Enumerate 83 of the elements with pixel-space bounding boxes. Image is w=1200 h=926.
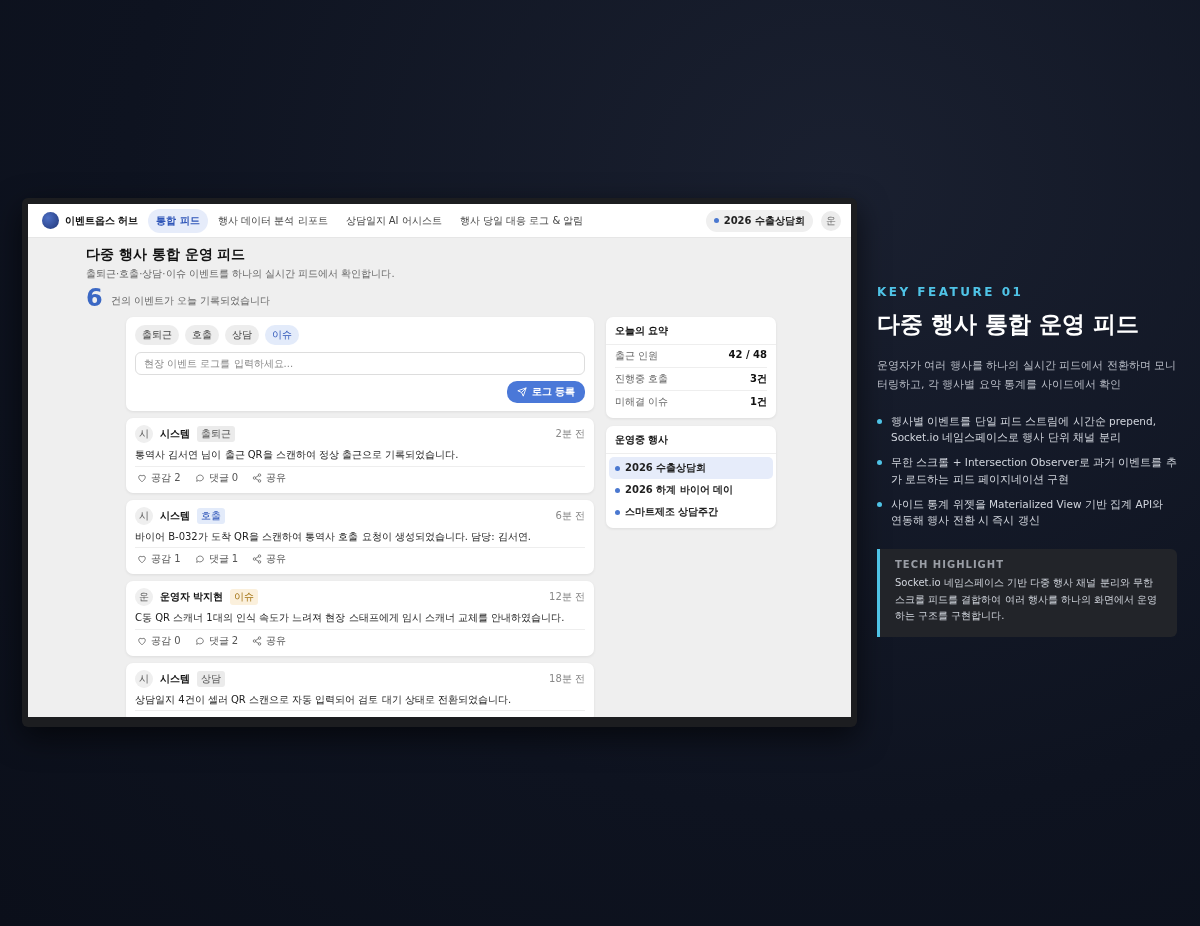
bullet-dot bbox=[877, 460, 882, 466]
event-count-label: 건의 이벤트가 오늘 기록되었습니다 bbox=[110, 294, 271, 309]
highlight-text: Socket.io 네임스페이스 기반 다중 행사 채널 분리와 무한 스크롤 피드를 결합하여 여러 행사를 하나의 화면에서 운영하는 구조를 구현합니다. bbox=[895, 576, 1159, 624]
share-icon bbox=[252, 554, 263, 565]
highlight-title: TECH HIGHLIGHT bbox=[895, 559, 1005, 571]
filter-chip[interactable]: 상담 bbox=[225, 325, 259, 346]
card-title: 운영중 행사 bbox=[606, 426, 776, 455]
nav-tab[interactable]: 행사 데이터 분석 리포트 bbox=[209, 208, 336, 233]
bullet-text: 행사별 이벤트를 단일 피드 스트림에 시간순 prepend, Socket.io 네임스페이스로 행사 단위 채널 분리 bbox=[891, 413, 1158, 446]
bullet-dot bbox=[877, 418, 882, 424]
like-button[interactable]: 공감 1 bbox=[137, 551, 181, 568]
send-icon bbox=[516, 387, 527, 398]
comment-button[interactable]: 댓글 1 bbox=[194, 551, 239, 568]
event-item[interactable]: 2026 하계 바이어 데이 bbox=[609, 479, 773, 502]
author-avatar: 시 bbox=[135, 425, 153, 444]
post-text: 상담일지 4건이 셀러 QR 스캔으로 자동 입력되어 검토 대기 상태로 전환되었습니다. bbox=[135, 692, 513, 707]
stat-value: 3건 bbox=[750, 372, 767, 387]
category-tag: 호출 bbox=[197, 507, 225, 524]
post-time: 18분 전 bbox=[549, 671, 585, 686]
status-dot bbox=[713, 218, 719, 223]
stat-label: 미해결 이슈 bbox=[615, 395, 669, 410]
like-button[interactable]: 공감 0 bbox=[137, 632, 181, 649]
post-time: 6분 전 bbox=[555, 508, 585, 523]
bullet-text: 사이드 통계 위젯을 Materialized View 기반 집계 API와 연동해 행사 전환 시 즉시 갱신 bbox=[891, 496, 1165, 529]
author-avatar: 운 bbox=[135, 588, 153, 607]
bullet-dot bbox=[615, 509, 620, 515]
comment-button[interactable]: 댓글 2 bbox=[194, 632, 239, 649]
stat-value: 1건 bbox=[750, 395, 767, 410]
nav-tab[interactable]: 행사 당일 대응 로그 & 알림 bbox=[451, 208, 592, 233]
nav-tab[interactable]: 통합 피드 bbox=[148, 208, 208, 233]
bullet-text: 무한 스크롤 + Intersection Observer로 과거 이벤트를 추가 로드하는 피드 페이지네이션 구현 bbox=[891, 455, 1177, 487]
post-text: 바이어 B-032가 도착 QR을 스캔하여 통역사 호출 요청이 생성되었습니다. 담당: 김서연. bbox=[135, 529, 532, 544]
filter-chip[interactable]: 출퇴근 bbox=[135, 325, 179, 346]
like-button[interactable]: 공감 2 bbox=[137, 469, 181, 486]
author-name: 시스템 bbox=[160, 508, 190, 523]
heart-icon bbox=[137, 472, 147, 483]
user-avatar[interactable]: 운 bbox=[821, 210, 841, 231]
event-item[interactable]: 스마트제조 상담주간 bbox=[609, 501, 773, 524]
share-icon bbox=[252, 472, 263, 483]
post-text: C동 QR 스캐너 1대의 인식 속도가 느려져 현장 스태프에게 임시 스캐너 교체를 안내하였습니다. bbox=[135, 611, 566, 625]
filter-chip[interactable]: 이슈 bbox=[265, 325, 299, 346]
post-time: 2분 전 bbox=[555, 427, 585, 442]
stat-label: 진행중 호출 bbox=[615, 372, 669, 387]
page-subtitle: 출퇴근·호출·상담·이슈 이벤트를 하나의 실시간 피드에서 확인합니다. bbox=[86, 267, 396, 281]
feature-title: 다중 행사 통합 운영 피드 bbox=[877, 310, 1141, 339]
feature-description: 운영자가 여러 행사를 하나의 실시간 피드에서 전환하며 모니터링하고, 각 행사별 요약 통계를 사이드에서 확인 bbox=[877, 358, 1177, 394]
nav-tab[interactable]: 상담일지 AI 어시스트 bbox=[337, 208, 450, 233]
stat-label: 출근 인원 bbox=[615, 349, 659, 364]
filter-chip[interactable]: 호출 bbox=[185, 325, 219, 346]
event-count: 6 bbox=[86, 285, 103, 312]
eyebrow-label: KEY FEATURE 01 bbox=[877, 285, 1025, 299]
speech-bubble-icon bbox=[194, 635, 205, 646]
card-title: 오늘의 요약 bbox=[606, 317, 776, 346]
share-button[interactable]: 공유 bbox=[252, 551, 287, 568]
post-time: 12분 전 bbox=[549, 590, 585, 605]
share-button[interactable]: 공유 bbox=[252, 469, 287, 486]
submit-button[interactable]: 로그 등록 bbox=[506, 381, 585, 404]
bullet-dot bbox=[615, 465, 620, 471]
author-name: 시스템 bbox=[160, 671, 190, 686]
event-item[interactable]: 2026 수출상담회 bbox=[609, 457, 773, 480]
brand-name: 이벤트옵스 허브 bbox=[65, 213, 139, 228]
log-input-field[interactable]: 현장 이벤트 로그를 입력하세요... bbox=[135, 352, 585, 376]
bullet-dot bbox=[877, 501, 882, 507]
bullet-dot bbox=[615, 487, 620, 493]
author-name: 운영자 박지현 bbox=[160, 590, 224, 605]
share-button[interactable]: 공유 bbox=[252, 632, 287, 649]
comment-button[interactable]: 댓글 0 bbox=[194, 469, 239, 486]
author-avatar: 시 bbox=[135, 669, 153, 688]
heart-icon bbox=[137, 635, 147, 646]
share-icon bbox=[252, 635, 263, 646]
author-avatar: 시 bbox=[135, 506, 153, 525]
stat-value: 42 / 48 bbox=[728, 349, 767, 363]
logo-icon bbox=[42, 212, 59, 229]
event-selector[interactable]: 2026 수출상담회 bbox=[705, 209, 813, 232]
category-tag: 이슈 bbox=[230, 589, 259, 606]
speech-bubble-icon bbox=[194, 472, 205, 483]
category-tag: 상담 bbox=[197, 670, 225, 687]
speech-bubble-icon bbox=[194, 554, 205, 565]
heart-icon bbox=[137, 554, 147, 565]
post-text: 통역사 김서연 님이 출근 QR을 스캔하여 정상 출근으로 기록되었습니다. bbox=[135, 448, 460, 462]
page-title: 다중 행사 통합 운영 피드 bbox=[86, 246, 247, 264]
author-name: 시스템 bbox=[160, 427, 190, 442]
category-tag: 출퇴근 bbox=[197, 426, 235, 443]
